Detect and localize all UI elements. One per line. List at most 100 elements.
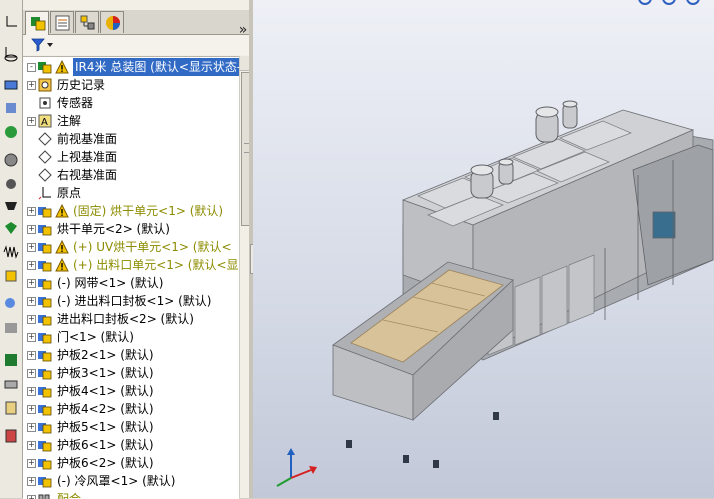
assembly-tools-icon[interactable] bbox=[3, 100, 19, 116]
tree-item-label: 护板6<1> (默认) bbox=[57, 438, 154, 452]
tree-item[interactable]: 右视基准面 bbox=[23, 166, 239, 184]
tree-item[interactable]: + (固定) 烘干单元<1> (默认) bbox=[23, 202, 239, 220]
expand-plus-icon[interactable]: + bbox=[27, 279, 36, 288]
subassembly-icon bbox=[38, 279, 52, 290]
tree-item-label: (+) UV烘干单元<1> (默认< bbox=[73, 240, 232, 254]
expand-plus-icon[interactable]: + bbox=[27, 333, 36, 342]
tree-item[interactable]: + (+) 出料口单元<1> (默认<显 bbox=[23, 256, 239, 274]
tree-item-label: (-) 网带<1> (默认) bbox=[57, 276, 164, 290]
zoom-fit-icon[interactable] bbox=[638, 0, 652, 5]
origin-axis-icon[interactable] bbox=[3, 14, 19, 30]
expand-plus-icon[interactable]: + bbox=[27, 369, 36, 378]
tree-item[interactable]: 前视基准面 bbox=[23, 130, 239, 148]
tree-item-label: 护板5<1> (默认) bbox=[57, 420, 154, 434]
left-toolbar bbox=[0, 0, 23, 498]
tree-item[interactable]: + 护板3<1> (默认) bbox=[23, 364, 239, 382]
subassembly-icon bbox=[38, 459, 52, 470]
propertymanager-tab[interactable] bbox=[50, 11, 74, 33]
tree-item[interactable]: + (-) 网带<1> (默认) bbox=[23, 274, 239, 292]
tree-item-label: 前视基准面 bbox=[57, 132, 118, 146]
filter-bar bbox=[23, 35, 253, 55]
expand-plus-icon[interactable]: + bbox=[27, 459, 36, 468]
warning-icon bbox=[55, 240, 69, 254]
settings-gear-icon[interactable] bbox=[3, 152, 19, 168]
tree-item[interactable]: + 烘干单元<2> (默认) bbox=[23, 220, 239, 238]
globe-icon[interactable] bbox=[3, 124, 19, 140]
tree-item[interactable]: - IR4米 总装图 (默认<显示状态- bbox=[23, 58, 239, 76]
tree-item[interactable]: + (+) UV烘干单元<1> (默认< bbox=[23, 238, 239, 256]
graphics-viewport[interactable] bbox=[253, 0, 714, 498]
excel-icon[interactable] bbox=[3, 352, 19, 368]
featuremanager-tab[interactable] bbox=[25, 11, 49, 35]
tree-item-label: 护板4<2> (默认) bbox=[57, 402, 154, 416]
tree-item[interactable]: + 护板6<1> (默认) bbox=[23, 436, 239, 454]
green-shield-icon[interactable] bbox=[3, 220, 19, 236]
tree-item[interactable]: 上视基准面 bbox=[23, 148, 239, 166]
tree-item-label: (+) 出料口单元<1> (默认<显 bbox=[73, 258, 239, 272]
yellow-block-icon[interactable] bbox=[3, 268, 19, 284]
library-icon[interactable] bbox=[3, 320, 19, 336]
tree-item-label: 护板6<2> (默认) bbox=[57, 456, 154, 470]
report-icon[interactable] bbox=[3, 400, 19, 416]
expand-plus-icon[interactable]: + bbox=[27, 477, 36, 486]
expand-plus-icon[interactable]: + bbox=[27, 261, 36, 270]
feature-manager-panel: » - IR4米 总装图 (默认<显示状态- + 历史记录 传感器 + A 注解 前视基准面 上视… bbox=[23, 0, 254, 499]
tree-item[interactable]: 原点 bbox=[23, 184, 239, 202]
expand-plus-icon[interactable]: + bbox=[27, 225, 36, 234]
tree-item[interactable]: + 护板2<1> (默认) bbox=[23, 346, 239, 364]
tree-item[interactable]: + 护板4<1> (默认) bbox=[23, 382, 239, 400]
gear-icon[interactable] bbox=[3, 176, 19, 192]
expand-plus-icon[interactable]: + bbox=[27, 117, 36, 126]
warning-icon bbox=[55, 60, 69, 74]
hole-icon[interactable] bbox=[3, 198, 19, 214]
monitor-icon[interactable] bbox=[3, 78, 19, 94]
expand-plus-icon[interactable]: + bbox=[27, 441, 36, 450]
collapse-minus-icon[interactable]: - bbox=[27, 63, 36, 72]
filter-icon[interactable] bbox=[30, 37, 56, 53]
oven-assembly-model bbox=[276, 0, 714, 487]
configurationmanager-tab[interactable] bbox=[75, 11, 99, 33]
appearance-icon bbox=[106, 16, 120, 30]
expand-plus-icon[interactable]: + bbox=[27, 351, 36, 360]
expand-plus-icon[interactable]: + bbox=[27, 315, 36, 324]
subassembly-icon bbox=[38, 387, 52, 398]
tree-item[interactable]: + A 注解 bbox=[23, 112, 239, 130]
expand-plus-icon[interactable]: + bbox=[27, 387, 36, 396]
tree-item[interactable]: + 护板5<1> (默认) bbox=[23, 418, 239, 436]
tree-item[interactable]: + (-) 进出料口封板<1> (默认) bbox=[23, 292, 239, 310]
annotation-icon: A bbox=[38, 114, 52, 128]
tree-item-label: 注解 bbox=[57, 114, 82, 128]
expand-plus-icon[interactable]: + bbox=[27, 207, 36, 216]
zoom-area-icon[interactable] bbox=[662, 0, 676, 5]
tree-item[interactable]: + 护板4<2> (默认) bbox=[23, 400, 239, 418]
printer-icon[interactable] bbox=[3, 376, 19, 392]
tree-item[interactable]: 传感器 bbox=[23, 94, 239, 112]
history-icon bbox=[38, 78, 52, 92]
tree-item-label: 传感器 bbox=[57, 96, 94, 110]
search-magnifier-icon[interactable] bbox=[3, 296, 19, 312]
subassembly-icon bbox=[38, 369, 52, 380]
expand-plus-icon[interactable]: + bbox=[27, 81, 36, 90]
tree-item[interactable]: + 历史记录 bbox=[23, 76, 239, 94]
expand-plus-icon[interactable]: + bbox=[27, 243, 36, 252]
tree-item[interactable]: + (-) 冷风罩<1> (默认) bbox=[23, 472, 239, 490]
svg-text:A: A bbox=[41, 117, 48, 128]
tree-item[interactable]: + 进出料口封板<2> (默认) bbox=[23, 310, 239, 328]
appearance-tab[interactable] bbox=[100, 11, 124, 33]
subassembly-icon bbox=[38, 297, 52, 308]
expand-plus-icon[interactable]: + bbox=[27, 297, 36, 306]
warning-icon bbox=[55, 258, 69, 272]
spring-icon[interactable] bbox=[3, 244, 19, 260]
plane-icon bbox=[38, 168, 52, 182]
tree-item[interactable]: + 护板6<2> (默认) bbox=[23, 454, 239, 472]
featuremanager-icon bbox=[31, 17, 46, 31]
subassembly-icon bbox=[38, 243, 52, 254]
tree-item[interactable]: + 门<1> (默认) bbox=[23, 328, 239, 346]
expand-plus-icon[interactable]: + bbox=[27, 405, 36, 414]
subassembly-icon bbox=[38, 207, 52, 218]
dimension-icon[interactable] bbox=[3, 50, 19, 66]
rotate-view-icon[interactable] bbox=[686, 0, 700, 5]
expand-plus-icon[interactable]: + bbox=[27, 495, 36, 499]
expand-plus-icon[interactable]: + bbox=[27, 423, 36, 432]
calculator-icon[interactable] bbox=[3, 428, 19, 444]
